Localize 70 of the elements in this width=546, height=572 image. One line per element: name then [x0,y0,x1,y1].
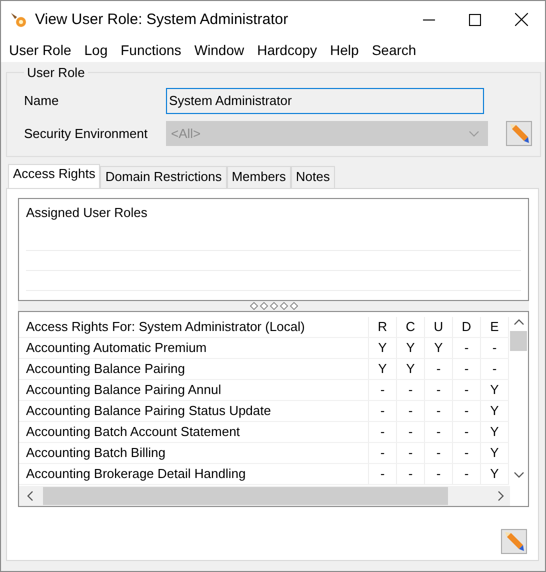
table-cell: Accounting Balance Pairing Annul [19,380,369,400]
list-heading: Assigned User Roles [26,205,148,222]
menu-item[interactable]: Hardcopy [257,42,318,58]
name-field[interactable]: System Administrator [166,88,484,114]
scroll-down-icon[interactable] [514,472,524,478]
table-cell: Accounting Batch Account Statement [19,422,369,442]
name-label: Name [24,93,60,108]
table-cell: - [369,443,397,463]
horizontal-scrollbar[interactable] [19,486,510,506]
table-cell: - [453,422,481,442]
tab[interactable]: Members [226,166,291,188]
table-cell: Accounting Brokerage Detail Handling [19,464,369,484]
table-cell: Y [425,338,453,358]
scrollbar-thumb[interactable] [43,487,448,505]
column-header[interactable]: D [453,317,481,337]
table-cell: - [397,401,425,421]
table-cell: - [425,359,453,379]
scroll-up-icon[interactable] [514,319,524,325]
column-header[interactable]: R [369,317,397,337]
security-environment-label: Security Environment [24,126,149,141]
maximize-icon[interactable] [469,14,481,26]
tab[interactable]: Access Rights [8,164,100,188]
table-cell: - [453,359,481,379]
group-legend: User Role [24,65,88,80]
menu-item[interactable]: Search [372,42,416,58]
table-cell: - [397,443,425,463]
tab[interactable]: Notes [290,166,335,188]
table-cell: Accounting Balance Pairing Status Update [19,401,369,421]
table-cell: - [369,401,397,421]
table-cell: Accounting Batch Billing [19,443,369,463]
app-icon [9,10,29,28]
menu-item[interactable]: Log [84,42,108,58]
table-cell: - [453,401,481,421]
table-cell: - [425,443,453,463]
table-cell: - [453,464,481,484]
table-cell: - [397,422,425,442]
table-cell: - [369,380,397,400]
menu-item[interactable]: User Role [9,42,72,58]
menu-item[interactable]: Window [194,42,244,58]
column-header[interactable]: C [397,317,425,337]
edit-button[interactable] [501,529,527,554]
table-cell: - [369,464,397,484]
scroll-left-icon[interactable] [27,491,33,501]
menu-item[interactable]: Functions [120,42,182,58]
table-cell: - [369,422,397,442]
scrollbar-thumb[interactable] [510,331,527,351]
table-cell: Accounting Balance Pairing [19,359,369,379]
table-cell: - [453,443,481,463]
edit-button[interactable] [506,121,532,146]
column-header[interactable]: Access Rights For: System Administrator (Local) [19,317,369,337]
close-icon[interactable] [515,13,528,26]
table-cell: Y [369,338,397,358]
table-cell: - [397,464,425,484]
table-cell: - [397,380,425,400]
table-cell: Y [369,359,397,379]
scroll-right-icon[interactable] [498,491,504,501]
table-cell: - [453,338,481,358]
table-cell: Accounting Automatic Premium [19,338,369,358]
column-header[interactable]: U [425,317,453,337]
splitter-handle[interactable] [250,302,298,310]
table-cell: Y [397,359,425,379]
table-cell: - [425,464,453,484]
table-cell: - [425,380,453,400]
menu-item[interactable]: Help [330,42,359,58]
table-cell: Y [397,338,425,358]
table-cell: - [425,401,453,421]
tab[interactable]: Domain Restrictions [100,166,227,188]
table-cell: - [453,380,481,400]
table-cell: - [425,422,453,442]
window-title: View User Role: System Administrator [35,11,290,28]
